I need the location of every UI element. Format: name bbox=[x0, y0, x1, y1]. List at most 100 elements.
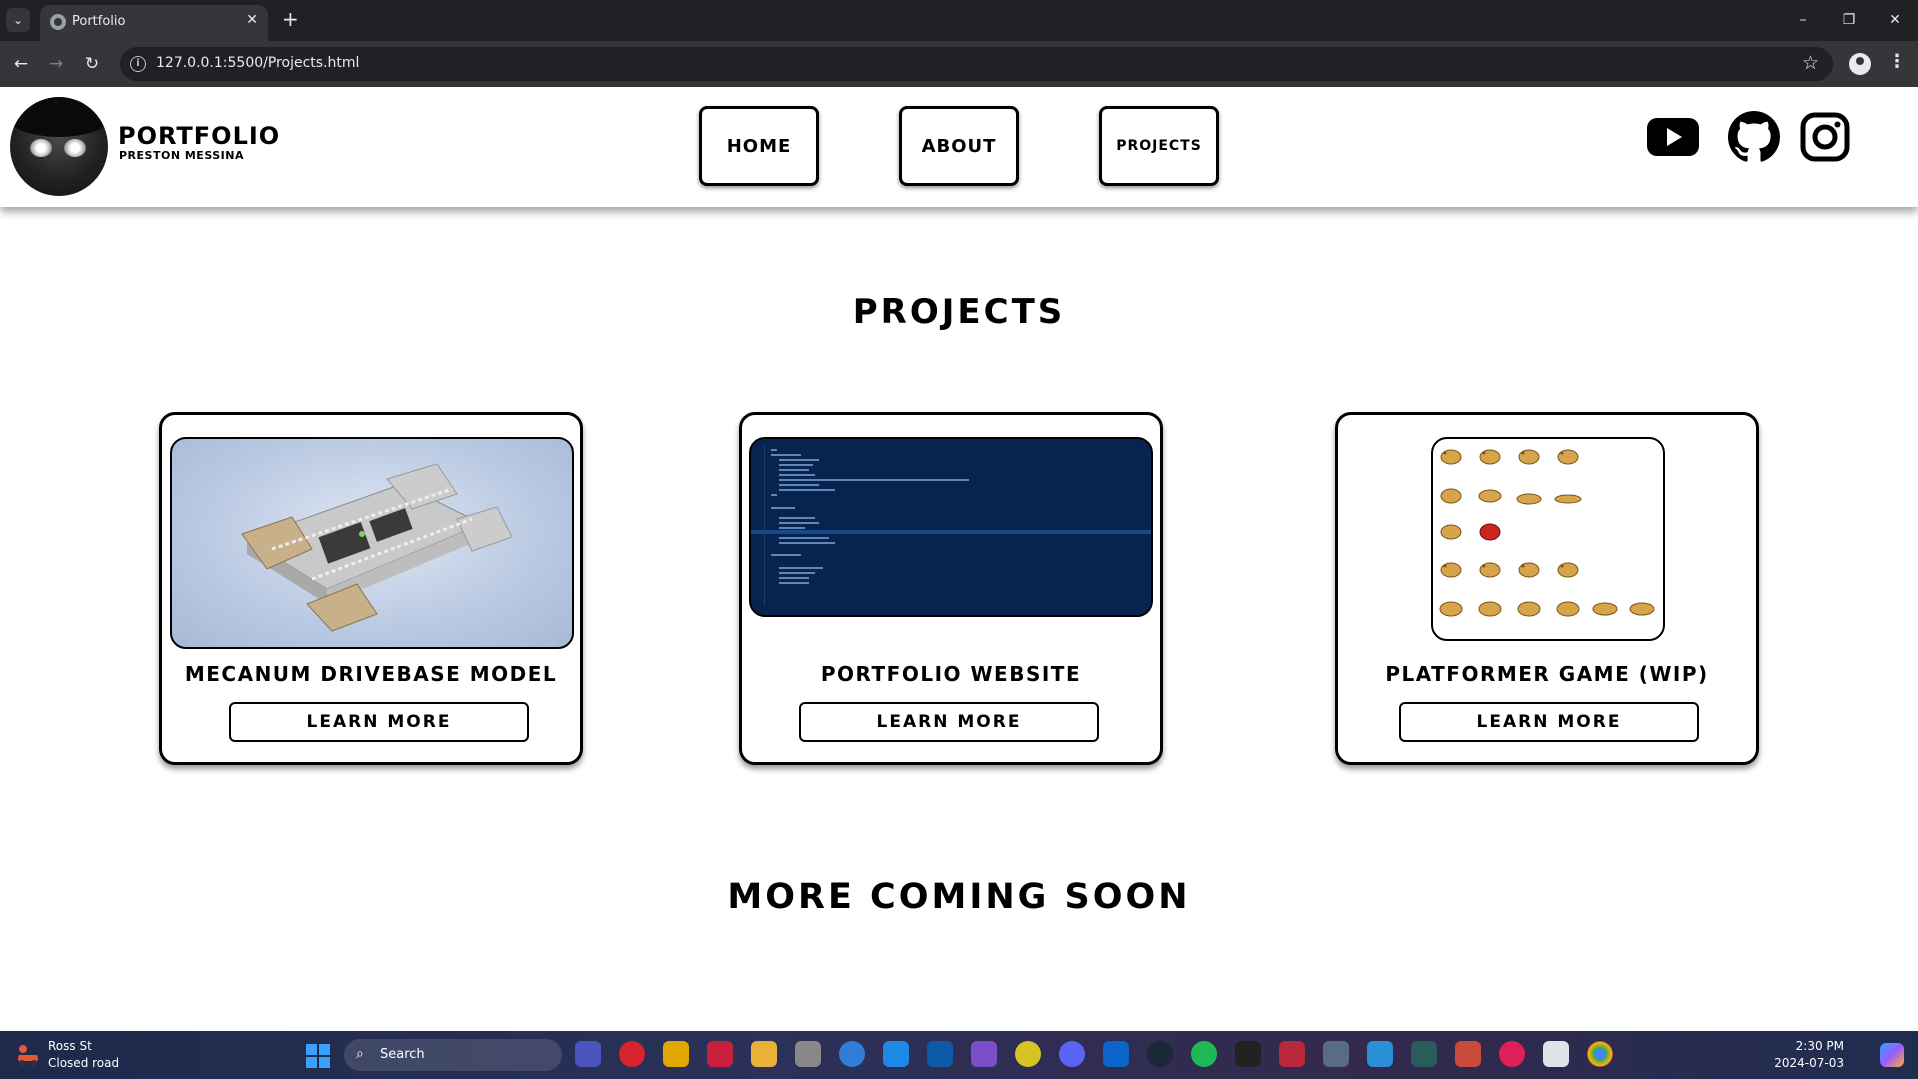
close-tab-icon[interactable]: ✕ bbox=[246, 12, 258, 28]
roblox-icon[interactable] bbox=[1543, 1041, 1569, 1067]
code-line bbox=[779, 542, 835, 544]
code-line bbox=[779, 517, 815, 519]
code-line bbox=[779, 537, 829, 539]
slack-icon[interactable] bbox=[1499, 1041, 1525, 1067]
learn-more-button[interactable]: LEARN MORE bbox=[799, 702, 1099, 742]
code-line bbox=[779, 567, 823, 569]
app-icon[interactable] bbox=[1455, 1041, 1481, 1067]
bookmark-star-icon[interactable]: ☆ bbox=[1802, 52, 1819, 74]
file-explorer-icon[interactable] bbox=[751, 1041, 777, 1067]
chrome-icon[interactable] bbox=[1587, 1041, 1613, 1067]
cad-render-drawing bbox=[241, 463, 513, 632]
forward-arrow-icon[interactable]: → bbox=[44, 52, 68, 76]
taskbar-search-box[interactable]: ⌕ Search bbox=[344, 1039, 562, 1071]
back-arrow-icon[interactable]: ← bbox=[9, 52, 33, 76]
browser-menu-icon[interactable]: ⋮ bbox=[1888, 51, 1906, 72]
window-controls: – ❐ ✕ bbox=[1780, 0, 1918, 41]
app-icon[interactable] bbox=[795, 1041, 821, 1067]
steam-icon[interactable] bbox=[1147, 1041, 1173, 1067]
mecanum-model-image[interactable] bbox=[170, 437, 574, 649]
code-line bbox=[779, 572, 815, 574]
code-line bbox=[779, 479, 969, 481]
portfolio-website-image[interactable] bbox=[749, 437, 1153, 617]
line-number-gutter bbox=[757, 445, 765, 605]
site-header: PORTFOLIO PRESTON MESSINA HOME ABOUT PRO… bbox=[0, 87, 1918, 207]
app-icon[interactable] bbox=[1015, 1041, 1041, 1067]
project-title: MECANUM DRIVEBASE MODEL bbox=[184, 662, 558, 686]
instagram-icon[interactable] bbox=[1800, 112, 1850, 162]
tab-search-button[interactable]: ⌄ bbox=[6, 8, 30, 32]
davinci-icon[interactable] bbox=[1235, 1041, 1261, 1067]
project-title: PORTFOLIO WEBSITE bbox=[820, 662, 1082, 686]
vscode-icon[interactable] bbox=[883, 1041, 909, 1067]
nav-about-button[interactable]: ABOUT bbox=[899, 106, 1019, 186]
opera-icon[interactable] bbox=[619, 1041, 645, 1067]
visual-studio-icon[interactable] bbox=[971, 1041, 997, 1067]
learn-more-button[interactable]: LEARN MORE bbox=[1399, 702, 1699, 742]
clock-date[interactable]: 2024-07-03 bbox=[1774, 1056, 1844, 1070]
nav-home-button[interactable]: HOME bbox=[699, 106, 819, 186]
brand-title: PORTFOLIO bbox=[118, 122, 281, 150]
youtube-icon[interactable] bbox=[1647, 118, 1699, 156]
app-icon[interactable] bbox=[1367, 1041, 1393, 1067]
nav-projects-button[interactable]: PROJECTS bbox=[1099, 106, 1219, 186]
project-card-portfolio: PORTFOLIO WEBSITE LEARN MORE bbox=[739, 412, 1163, 765]
reload-icon[interactable]: ↻ bbox=[80, 52, 104, 76]
project-title: PLATFORMER GAME (WIP) bbox=[1385, 662, 1709, 686]
code-line bbox=[779, 469, 809, 471]
profile-avatar[interactable] bbox=[10, 97, 108, 196]
site-info-icon[interactable]: i bbox=[130, 56, 146, 72]
restore-button[interactable]: ❐ bbox=[1826, 0, 1872, 41]
code-line bbox=[779, 484, 819, 486]
address-bar[interactable]: i 127.0.0.1:5500/Projects.html ☆ bbox=[120, 47, 1833, 81]
inventor-icon[interactable] bbox=[663, 1041, 689, 1067]
code-line bbox=[779, 522, 819, 524]
copilot-icon[interactable] bbox=[1880, 1043, 1904, 1067]
app-store-icon[interactable] bbox=[839, 1041, 865, 1067]
project-card-platformer: PLATFORMER GAME (WIP) LEARN MORE bbox=[1335, 412, 1759, 765]
page-title: PROJECTS bbox=[852, 292, 1066, 332]
close-window-button[interactable]: ✕ bbox=[1872, 0, 1918, 41]
avatar-eye-left bbox=[30, 139, 52, 157]
new-tab-button[interactable]: + bbox=[282, 8, 299, 30]
weather-condition[interactable]: Closed road bbox=[48, 1056, 119, 1070]
code-line bbox=[771, 449, 777, 451]
code-line bbox=[779, 577, 809, 579]
project-card-mecanum: MECANUM DRIVEBASE MODEL LEARN MORE bbox=[159, 412, 583, 765]
discord-icon[interactable] bbox=[1059, 1041, 1085, 1067]
code-line bbox=[771, 507, 795, 509]
code-highlight-line bbox=[751, 530, 1151, 534]
clock-time[interactable]: 2:30 PM bbox=[1796, 1039, 1844, 1053]
windows-taskbar: Ross St Closed road ⌕ Search 2:30 PM 202… bbox=[0, 1031, 1918, 1079]
code-line bbox=[779, 459, 819, 461]
frc-icon[interactable] bbox=[1279, 1041, 1305, 1067]
platformer-game-image[interactable] bbox=[1431, 437, 1665, 641]
url-text[interactable]: 127.0.0.1:5500/Projects.html bbox=[156, 55, 359, 71]
search-icon: ⌕ bbox=[356, 1046, 364, 1062]
more-coming-soon-heading: MORE COMING SOON bbox=[727, 877, 1191, 917]
weather-location[interactable]: Ross St bbox=[48, 1039, 92, 1053]
globe-icon bbox=[50, 14, 66, 30]
profile-icon[interactable] bbox=[1849, 53, 1871, 75]
outlook-icon[interactable] bbox=[1103, 1041, 1129, 1067]
spotify-icon[interactable] bbox=[1191, 1041, 1217, 1067]
settings-gear-icon[interactable] bbox=[1323, 1041, 1349, 1067]
windows-start-icon[interactable] bbox=[306, 1044, 330, 1068]
github-icon[interactable] bbox=[1728, 111, 1780, 163]
road-closed-icon[interactable] bbox=[14, 1041, 42, 1069]
page-viewport: PORTFOLIO PRESTON MESSINA HOME ABOUT PRO… bbox=[0, 87, 1918, 1031]
teams-icon[interactable] bbox=[575, 1041, 601, 1067]
minimize-button[interactable]: – bbox=[1780, 0, 1826, 41]
browser-tab-active[interactable]: Portfolio ✕ bbox=[40, 5, 268, 41]
tab-title: Portfolio bbox=[72, 14, 126, 29]
code-line bbox=[779, 474, 815, 476]
browser-tab-strip: ⌄ Portfolio ✕ + – ❐ ✕ bbox=[0, 0, 1918, 41]
learn-more-button[interactable]: LEARN MORE bbox=[229, 702, 529, 742]
sprite-sheet-drawing bbox=[1439, 449, 1655, 617]
excel-icon[interactable] bbox=[1411, 1041, 1437, 1067]
vscode-insiders-icon[interactable] bbox=[927, 1041, 953, 1067]
code-line bbox=[779, 527, 805, 529]
code-line bbox=[779, 464, 813, 466]
code-line bbox=[771, 454, 801, 456]
autocad-icon[interactable] bbox=[707, 1041, 733, 1067]
